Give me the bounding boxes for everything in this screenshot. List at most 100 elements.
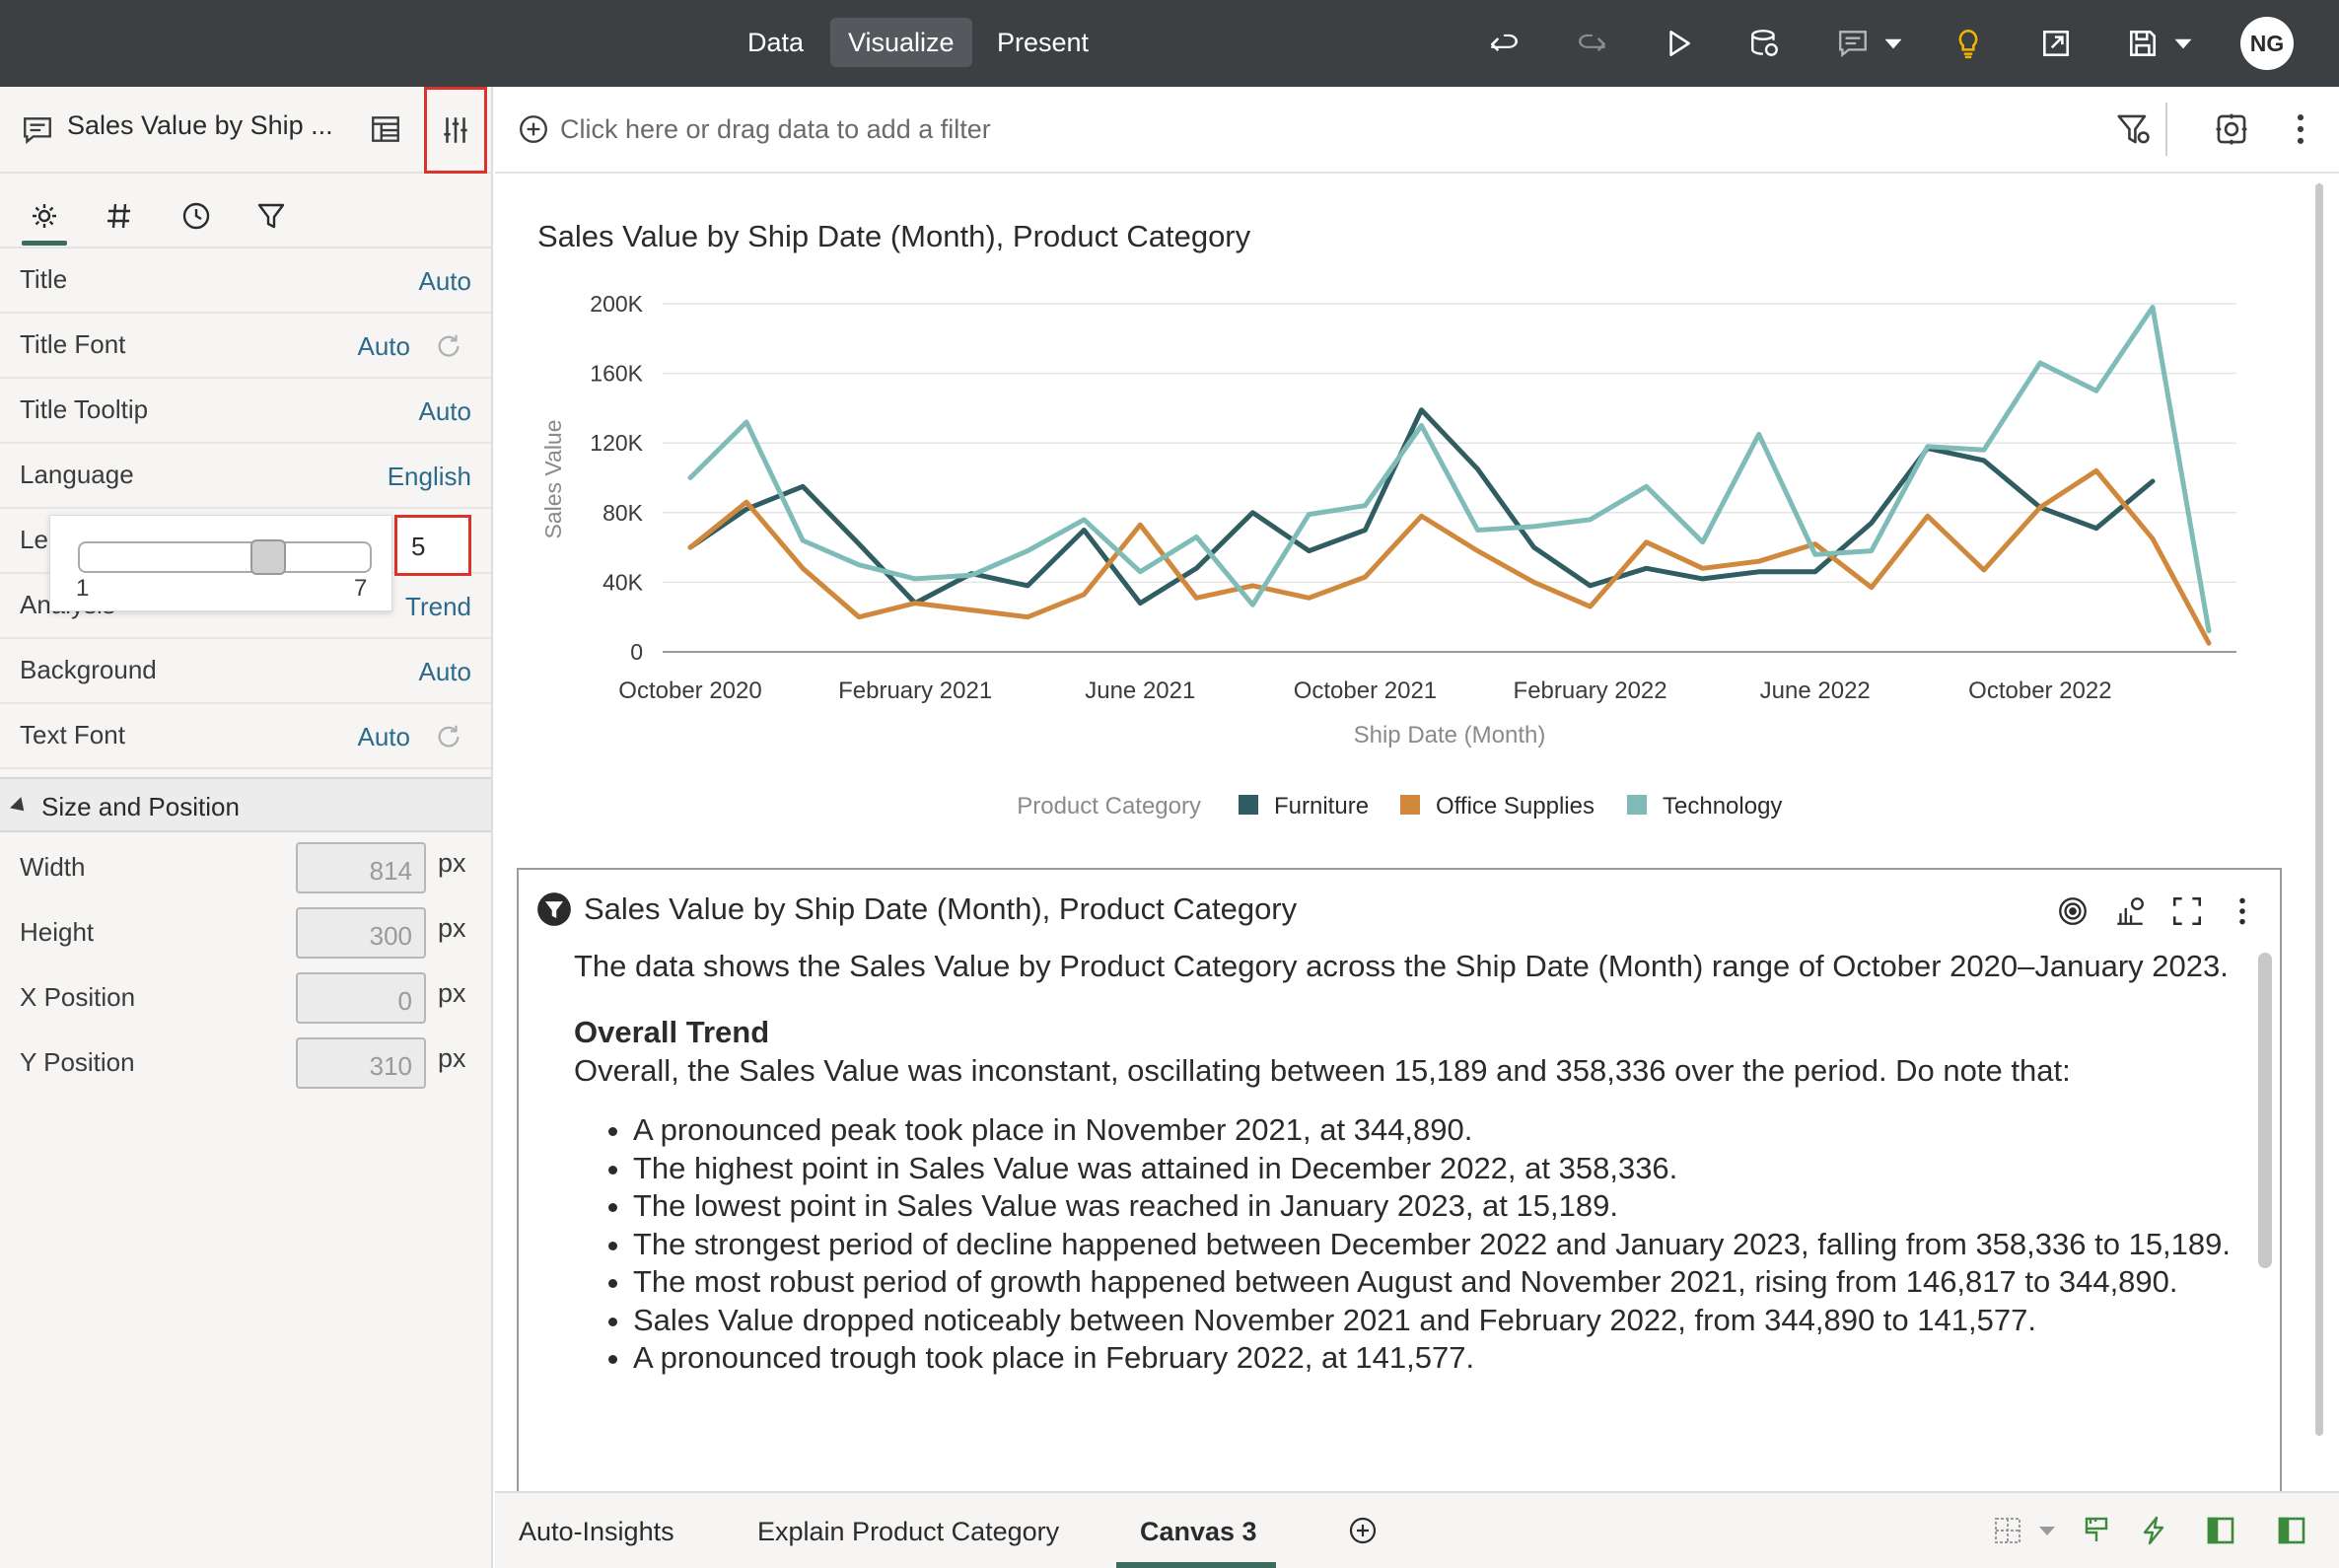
insight-scrollbar[interactable] — [2258, 953, 2272, 1268]
insight-body: The data shows the Sales Value by Produc… — [574, 947, 2240, 1378]
slider-thumb[interactable] — [249, 539, 286, 575]
property-value[interactable]: Auto — [419, 657, 472, 687]
chevron-down-icon[interactable] — [1872, 22, 1915, 65]
tab-visualize[interactable]: Visualize — [830, 18, 972, 67]
export-icon[interactable] — [2034, 22, 2078, 65]
right-panel-toggle-icon[interactable] — [2272, 1511, 2311, 1550]
filter-placeholder[interactable]: Click here or drag data to add a filter — [560, 114, 991, 145]
insight-filter-icon — [537, 892, 571, 926]
reset-icon[interactable] — [434, 722, 463, 751]
brush-icon[interactable] — [2077, 1511, 2116, 1550]
insight-bullet: The strongest period of decline happened… — [633, 1226, 2240, 1264]
property-value[interactable]: English — [388, 462, 471, 492]
lightbulb-icon[interactable] — [1947, 22, 1990, 65]
insight-bullet: Sales Value dropped noticeably between N… — [633, 1302, 2240, 1340]
property-value[interactable]: Trend — [405, 592, 471, 622]
section-size-and-position[interactable]: Size and Position — [0, 777, 491, 832]
size-label: Height — [20, 917, 95, 947]
slider-track[interactable] — [78, 541, 372, 573]
undo-icon[interactable] — [1483, 22, 1526, 65]
expand-icon[interactable] — [2165, 890, 2209, 933]
insight-bullet: The most robust period of growth happene… — [633, 1263, 2240, 1302]
add-filter-icon[interactable] — [517, 112, 550, 146]
properties-panel: Sales Value by Ship ... Title Auto Title… — [0, 87, 493, 1568]
active-canvas-tab-indicator — [1116, 1562, 1276, 1568]
insight-bullet: A pronounced trough took place in Februa… — [633, 1339, 2240, 1378]
y-position-input[interactable]: 310 — [296, 1037, 426, 1089]
insight-title: Sales Value by Ship Date (Month), Produc… — [584, 891, 1298, 926]
property-label: Language — [20, 460, 134, 489]
more-options-icon[interactable] — [2221, 890, 2264, 933]
viz-title: Sales Value by Ship ... — [67, 110, 333, 140]
size-label: Width — [20, 852, 86, 882]
size-row-x-position: X Position 0 px — [0, 966, 491, 1032]
canvas-tab-explain-product-category[interactable]: Explain Product Category — [757, 1517, 1059, 1547]
property-value[interactable]: Auto — [419, 396, 472, 427]
canvas-tab-auto-insights[interactable]: Auto-Insights — [519, 1517, 674, 1547]
canvas-settings-icon[interactable] — [2213, 110, 2250, 148]
collapse-triangle-icon[interactable] — [10, 797, 30, 817]
insight-summary: Overall, the Sales Value was inconstant,… — [574, 1053, 2071, 1088]
insight-bullet: A pronounced peak took place in November… — [633, 1111, 2240, 1150]
property-row-title-font[interactable]: Title Font Auto — [0, 314, 491, 379]
add-canvas-icon[interactable] — [1343, 1511, 1382, 1550]
reset-icon[interactable] — [434, 331, 463, 361]
property-label: Text Font — [20, 720, 125, 749]
property-row-background[interactable]: Background Auto — [0, 639, 491, 704]
chart-insight-icon[interactable] — [2108, 890, 2152, 933]
redo-icon[interactable] — [1570, 22, 1613, 65]
chevron-down-icon[interactable] — [2027, 1511, 2067, 1550]
level-value-input[interactable]: 5 — [394, 515, 471, 576]
left-panel-toggle-icon[interactable] — [2201, 1511, 2240, 1550]
comment-icon[interactable] — [1831, 22, 1875, 65]
number-format-hash-icon[interactable] — [97, 193, 142, 239]
filter-settings-icon[interactable] — [2114, 110, 2152, 148]
size-row-y-position: Y Position 310 px — [0, 1032, 491, 1097]
auto-insights-panel: Sales Value by Ship Date (Month), Produc… — [517, 868, 2282, 1499]
active-tab-indicator — [22, 241, 67, 246]
more-options-icon[interactable] — [2282, 110, 2319, 148]
chevron-down-icon[interactable] — [2162, 22, 2205, 65]
property-label: Title Tooltip — [20, 394, 149, 424]
level-slider-popup: 1 7 — [49, 515, 392, 611]
property-row-text-font[interactable]: Text Font Auto — [0, 704, 491, 769]
property-row-title[interactable]: Title Auto — [0, 249, 491, 314]
target-icon[interactable] — [2051, 890, 2094, 933]
property-row-language[interactable]: Language English — [0, 444, 491, 509]
property-value[interactable]: Auto — [419, 266, 472, 297]
canvas-tab-canvas-3[interactable]: Canvas 3 — [1140, 1517, 1257, 1547]
divider — [2165, 103, 2167, 156]
property-value[interactable]: Auto — [358, 722, 411, 752]
properties-sliders-icon[interactable] — [434, 108, 477, 152]
property-label: Background — [20, 655, 157, 684]
filter-icon[interactable] — [248, 193, 294, 239]
chart-title: Sales Value by Ship Date (Month), Produc… — [537, 219, 1251, 253]
general-settings-gear-icon[interactable] — [22, 193, 67, 239]
tab-data[interactable]: Data — [730, 18, 821, 67]
lightning-icon[interactable] — [2134, 1511, 2173, 1550]
play-icon[interactable] — [1657, 22, 1700, 65]
filter-bar[interactable]: Click here or drag data to add a filter — [495, 87, 2339, 174]
tab-present[interactable]: Present — [979, 18, 1106, 67]
panel-header: Sales Value by Ship ... — [0, 87, 493, 174]
insight-bullet: The highest point in Sales Value was att… — [633, 1150, 2240, 1188]
property-row-title-tooltip[interactable]: Title Tooltip Auto — [0, 379, 491, 444]
property-label: Title Font — [20, 329, 126, 359]
avatar[interactable]: NG — [2240, 17, 2294, 70]
height-input[interactable]: 300 — [296, 907, 426, 959]
refresh-data-icon[interactable] — [1743, 22, 1787, 65]
unit-label: px — [438, 913, 466, 943]
comment-icon — [18, 110, 57, 150]
save-icon[interactable] — [2121, 22, 2164, 65]
canvas-scrollbar[interactable] — [2315, 183, 2323, 1436]
insight-heading: Overall Trend — [574, 1015, 770, 1049]
size-label: X Position — [20, 982, 136, 1012]
x-position-input[interactable]: 0 — [296, 972, 426, 1024]
grammar-panel-icon[interactable] — [365, 108, 406, 150]
clock-icon[interactable] — [174, 193, 219, 239]
top-toolbar: Data Visualize Present NG — [0, 0, 2339, 87]
property-value[interactable]: Auto — [358, 331, 411, 362]
layout-grid-icon[interactable] — [1988, 1511, 2027, 1550]
width-input[interactable]: 814 — [296, 842, 426, 893]
size-row-width: Width 814 px — [0, 836, 491, 901]
